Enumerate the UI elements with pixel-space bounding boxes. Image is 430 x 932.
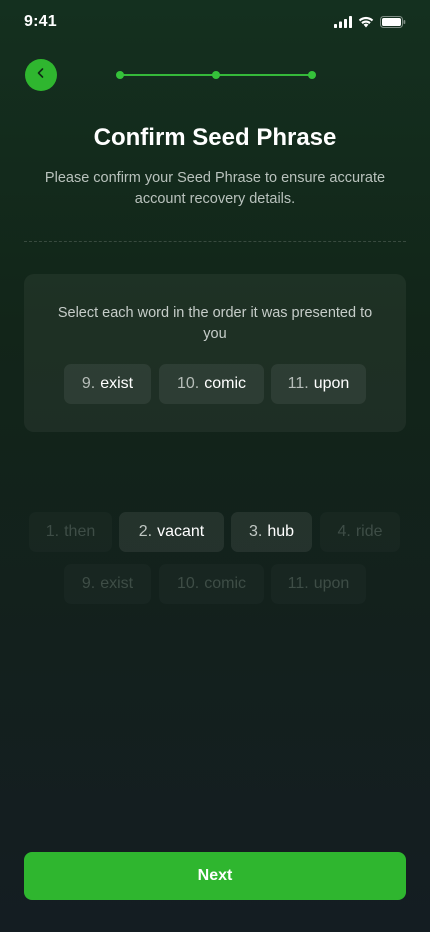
wifi-icon [358, 15, 374, 33]
word-bank-chip[interactable]: 1. then [29, 512, 112, 552]
word-text: hub [267, 523, 295, 540]
status-time: 9:41 [24, 13, 57, 30]
word-number: 3. [248, 523, 263, 540]
word-text: vacant [157, 523, 205, 540]
word-number: 9. [81, 575, 96, 592]
battery-icon [380, 15, 406, 33]
word-text: comic [204, 375, 247, 392]
back-button[interactable] [25, 59, 57, 91]
word-number: 10. [176, 575, 200, 592]
word-bank-chip[interactable]: 3. hub [231, 512, 312, 552]
word-text: ride [355, 523, 383, 540]
word-number: 4. [337, 523, 351, 540]
selected-word-chip[interactable]: 9. exist [64, 364, 151, 404]
next-button[interactable]: Next [24, 852, 406, 900]
word-text: exist [100, 575, 134, 592]
word-bank-chip[interactable]: 11. upon [271, 564, 366, 604]
word-bank-chip[interactable]: 4. ride [320, 512, 400, 552]
word-bank-chip[interactable]: 2. vacant [119, 512, 224, 552]
word-text: exist [100, 375, 134, 392]
word-text: upon [313, 575, 350, 592]
word-text: then [64, 523, 96, 540]
word-number: 1. [45, 523, 60, 540]
progress-indicator [116, 70, 316, 80]
word-number: 10. [176, 375, 200, 392]
status-bar: 9:41 [0, 0, 430, 46]
selected-word-chip[interactable]: 11. upon [271, 364, 366, 404]
panel-instruction: Select each word in the order it was pre… [57, 305, 373, 342]
status-icons [334, 15, 406, 33]
progress-step-2 [212, 71, 220, 79]
word-text: comic [204, 575, 247, 592]
divider [24, 241, 406, 242]
progress-step-1 [116, 71, 124, 79]
selected-word-chip[interactable]: 10. comic [159, 364, 264, 404]
page-title: Confirm Seed Phrase [93, 124, 337, 151]
word-bank-chip[interactable]: 9. exist [64, 564, 151, 604]
word-bank-chip[interactable]: 10. comic [159, 564, 264, 604]
word-number: 11. [287, 575, 309, 592]
cellular-signal-icon [334, 15, 352, 33]
page-subtitle: Please confirm your Seed Phrase to ensur… [44, 170, 386, 207]
word-number: 9. [81, 375, 96, 392]
selected-words-panel: Select each word in the order it was pre… [24, 274, 406, 432]
word-number: 11. [287, 375, 309, 392]
progress-step-3 [308, 71, 316, 79]
chevron-left-icon [34, 66, 48, 85]
word-text: upon [313, 375, 350, 392]
word-number: 2. [138, 523, 153, 540]
